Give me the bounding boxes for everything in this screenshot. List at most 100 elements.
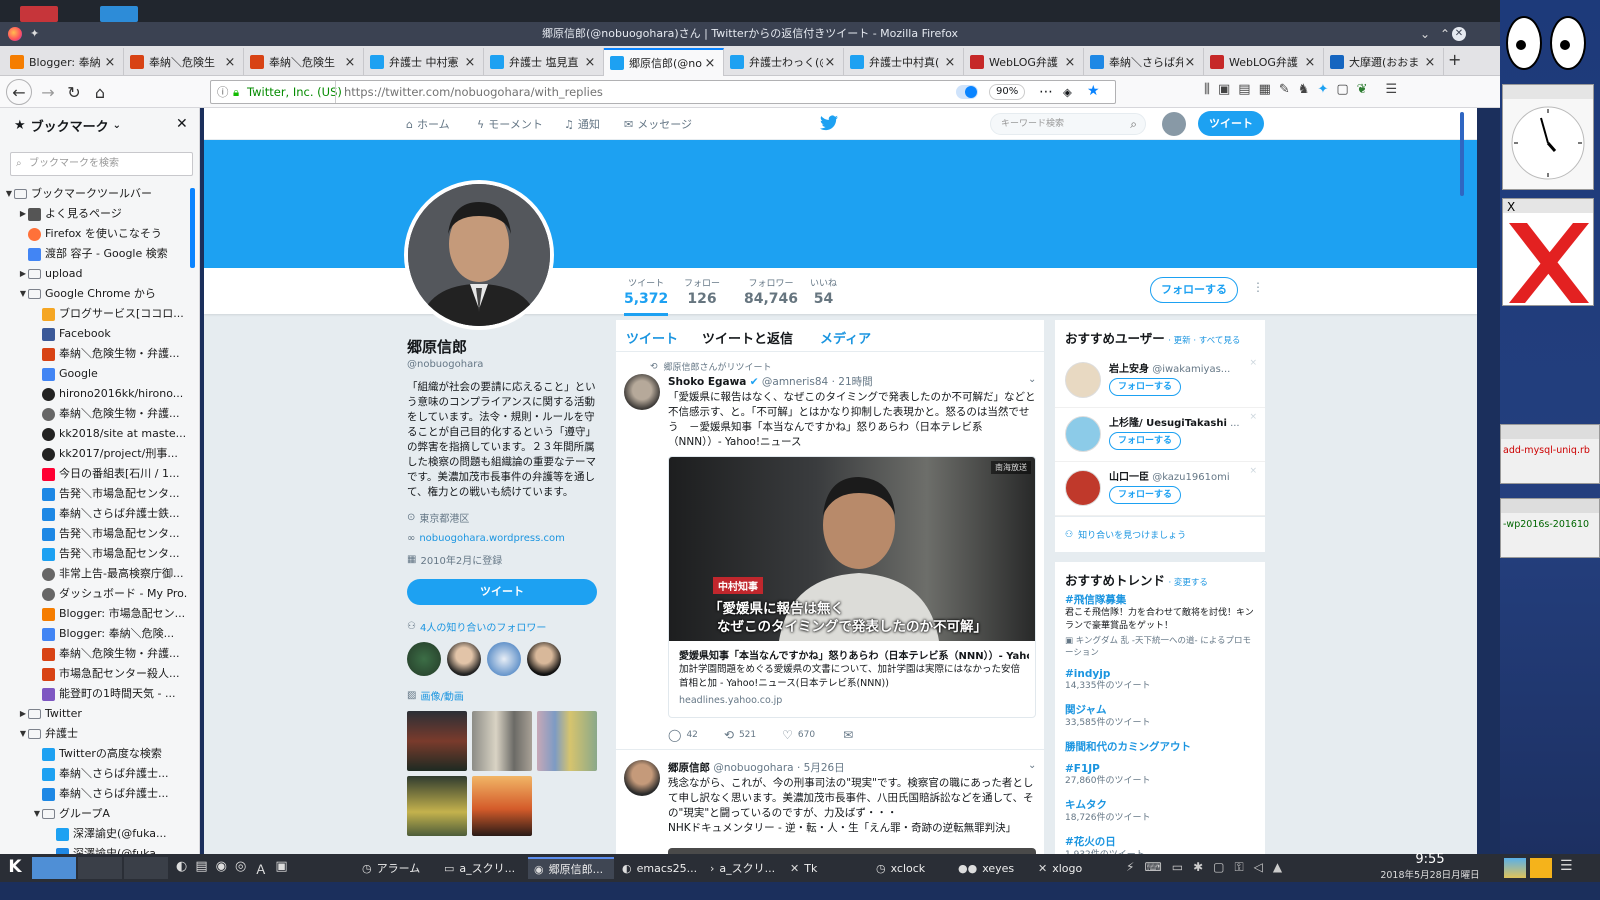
- tweet-time[interactable]: 5月26日: [804, 762, 845, 774]
- suggested-user-handle[interactable]: ...: [1230, 418, 1240, 429]
- app-icon[interactable]: ◉: [216, 859, 227, 878]
- task-button[interactable]: ●● xeyes: [952, 857, 1030, 879]
- suggested-user-follow-button[interactable]: フォローする: [1109, 378, 1181, 396]
- bookmark-item[interactable]: Facebook: [4, 324, 188, 344]
- tab-tweets[interactable]: ツイート: [626, 328, 678, 347]
- tweet-author-handle[interactable]: @nobuogohara: [713, 762, 793, 774]
- new-tab-icon[interactable]: +: [1448, 50, 1461, 69]
- bookmark-item[interactable]: kk2018/site at maste...: [4, 424, 188, 444]
- task-button[interactable]: ✕ xlogo: [1032, 857, 1110, 879]
- photos-videos-link[interactable]: ▨ 画像/動画: [407, 688, 597, 703]
- pin-icon[interactable]: ✦: [30, 22, 39, 46]
- task-button[interactable]: ◉ 郷原信郎...: [528, 857, 614, 879]
- suggested-user-avatar[interactable]: [1065, 416, 1101, 452]
- reload-icon[interactable]: ↻: [60, 79, 88, 105]
- tab[interactable]: 郷原信郎(@no ×: [604, 48, 724, 76]
- media-thumbnail[interactable]: [407, 711, 467, 771]
- bookmark-item[interactable]: 今日の番組表[石川 / 1...: [4, 464, 188, 484]
- pager-desktop-3[interactable]: [124, 857, 168, 879]
- bookmark-item[interactable]: ▼ ブックマークツールバー: [4, 184, 188, 204]
- tab[interactable]: 弁護士中村真(×: [844, 48, 964, 76]
- nav-home[interactable]: ⌂ ホーム: [406, 116, 450, 132]
- suggested-user[interactable]: 山口一臣 @kazu1961omi フォローする ×: [1055, 462, 1265, 516]
- follower-avatar[interactable]: [447, 642, 481, 676]
- find-friends-text[interactable]: 知り合いを見つけましょう: [1078, 528, 1186, 541]
- twisty-icon[interactable]: ▼: [18, 724, 28, 744]
- network-icon[interactable]: ⚡: [1126, 860, 1134, 875]
- link-card[interactable]: 南海放送 中村知事 「愛媛県に報告は無く なぜこのタイミングで発表したのか不可解…: [668, 456, 1036, 718]
- dismiss-icon[interactable]: ×: [1249, 466, 1257, 476]
- bookmark-item[interactable]: hirono2016kk/hirono...: [4, 384, 188, 404]
- sidebar-scrollbar[interactable]: [190, 188, 195, 268]
- suggested-user-avatar[interactable]: [1065, 362, 1101, 398]
- task-button[interactable]: ▭ a_スクリ...: [438, 857, 526, 879]
- close-sidebar-icon[interactable]: ✕: [176, 116, 188, 132]
- bookmark-item[interactable]: 非常上告-最高検察庁御...: [4, 564, 188, 584]
- tab[interactable]: 大摩邇(おおま ×: [1324, 48, 1444, 76]
- suggested-user-handle[interactable]: @iwakamiyas...: [1152, 364, 1230, 375]
- bookmark-item[interactable]: ▼ 弁護士: [4, 724, 188, 744]
- tweet-author-handle[interactable]: @amneris84: [762, 376, 828, 388]
- nav-moments[interactable]: ϟ モーメント: [477, 116, 543, 132]
- bookmark-item[interactable]: ▼ Google Chrome から: [4, 284, 188, 304]
- website-text[interactable]: nobuogohara.wordpress.com: [419, 533, 565, 544]
- library-icon[interactable]: ⫼: [1204, 82, 1210, 97]
- twitter-bird-icon[interactable]: [820, 115, 838, 131]
- profile-tweet-button[interactable]: ツイート: [407, 579, 597, 605]
- twitter-ext-icon[interactable]: ✦: [1317, 82, 1328, 97]
- pager-desktop-1[interactable]: [32, 857, 76, 879]
- follower-avatar[interactable]: [407, 642, 441, 676]
- trend-name[interactable]: #F1JP: [1065, 763, 1257, 775]
- twisty-icon[interactable]: ▼: [32, 804, 42, 824]
- retweet-icon[interactable]: ⟲: [724, 728, 734, 742]
- reader-icon[interactable]: ▤: [1238, 82, 1250, 97]
- tab[interactable]: 弁護士わっく(@ ×: [724, 48, 844, 76]
- search-icon[interactable]: ⌕: [1130, 114, 1137, 134]
- font-icon[interactable]: Ａ: [254, 859, 267, 878]
- bookmark-item[interactable]: 市場急配センター殺人...: [4, 664, 188, 684]
- bookmark-item[interactable]: ブログサービス[ココロ...: [4, 304, 188, 324]
- tweet-menu-icon[interactable]: ⌄: [1028, 374, 1036, 385]
- dismiss-icon[interactable]: ×: [1249, 412, 1257, 422]
- close-tab-icon[interactable]: ×: [1063, 55, 1077, 70]
- follow-button[interactable]: フォローする: [1150, 277, 1238, 303]
- media-thumbnail[interactable]: [537, 711, 597, 771]
- close-tab-icon[interactable]: ×: [1303, 55, 1317, 70]
- back-icon[interactable]: ←: [6, 79, 32, 105]
- suggested-user-name[interactable]: 岩上安身: [1109, 364, 1149, 375]
- suggested-user-follow-button[interactable]: フォローする: [1109, 432, 1181, 450]
- reply-icon[interactable]: ◯: [668, 728, 681, 742]
- followers-you-know[interactable]: ⚇ 4人の知り合いのフォロワー: [407, 619, 597, 634]
- page-actions-icon[interactable]: ⋯: [1039, 81, 1053, 103]
- bookmark-star-icon[interactable]: ★: [1087, 80, 1100, 102]
- twisty-icon[interactable]: ▶: [18, 704, 28, 724]
- bookmark-item[interactable]: ▼ グループA: [4, 804, 188, 824]
- menu-icon[interactable]: ☰: [1560, 858, 1573, 874]
- app-icon[interactable]: ◎: [235, 859, 246, 878]
- grid-icon[interactable]: ▦: [1259, 82, 1271, 97]
- tab[interactable]: Blogger: 奉納 ×: [4, 48, 124, 76]
- bookmark-item[interactable]: 奉納＼さらば弁護士...: [4, 784, 188, 804]
- tab[interactable]: 奉納＼さらば弁 ×: [1084, 48, 1204, 76]
- task-button[interactable]: ✕ Tk: [784, 857, 868, 879]
- bookmark-item[interactable]: 深澤諭史(@fuka...: [4, 844, 188, 854]
- bookmark-item[interactable]: 奉納＼さらば弁護士...: [4, 764, 188, 784]
- bookmark-item[interactable]: 告発＼市場急配センタ...: [4, 484, 188, 504]
- sidebar-toggle-icon[interactable]: ▣: [1218, 82, 1230, 97]
- trend-item[interactable]: 勝間和代のカミングアウト: [1065, 739, 1257, 754]
- tab[interactable]: 弁護士 塩見直 ×: [484, 48, 604, 76]
- tweet[interactable]: ⟲ 郷原信郎さんがリツイート Shoko Egawa ✔ @amneris84 ·…: [616, 352, 1044, 750]
- suggested-user[interactable]: 岩上安身 @iwakamiyas... フォローする ×: [1055, 354, 1265, 408]
- tab[interactable]: WebLOG弁護 ×: [964, 48, 1084, 76]
- stat-tweets[interactable]: ツイート 5,372: [624, 276, 669, 316]
- pocket-icon[interactable]: ◈: [1063, 81, 1072, 103]
- tweet-author-name[interactable]: Shoko Egawa: [668, 376, 746, 388]
- bookmark-item[interactable]: ▶ よく見るページ: [4, 204, 188, 224]
- suggested-user-avatar[interactable]: [1065, 470, 1101, 506]
- media-thumbnail[interactable]: [407, 776, 467, 836]
- bookmark-item[interactable]: Google: [4, 364, 188, 384]
- profile-website[interactable]: ∞ nobuogohara.wordpress.com: [407, 533, 597, 544]
- app-icon[interactable]: ◐: [176, 859, 187, 878]
- terminal-window-2[interactable]: -wp2016s-201610: [1500, 498, 1600, 558]
- bookmark-item[interactable]: ▶ Twitter: [4, 704, 188, 724]
